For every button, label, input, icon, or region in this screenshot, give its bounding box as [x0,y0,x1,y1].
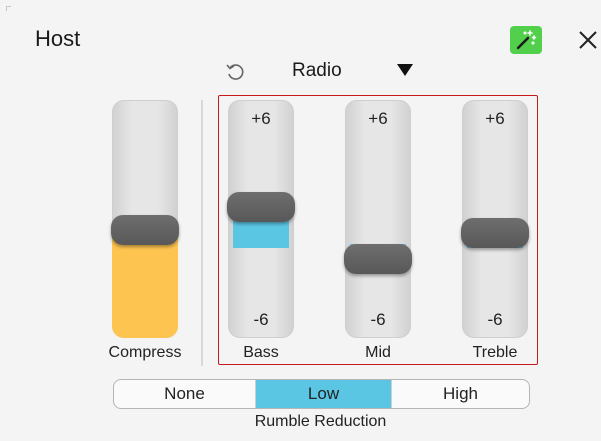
window-corner-mark [6,6,11,11]
mid-min-label: -6 [370,310,386,329]
treble-thumb[interactable] [461,218,529,248]
mid-track [345,100,411,338]
mid-thumb[interactable] [344,244,412,274]
rumble-option-low[interactable]: Low [255,380,391,408]
rumble-option-none[interactable]: None [114,380,255,408]
mid-label: Mid [365,344,391,361]
compress-fill [112,230,178,338]
rumble-option-high[interactable]: High [391,380,529,408]
mid-max-label: +6 [368,109,388,128]
preset-name[interactable]: Radio [292,60,342,82]
mid-slider[interactable]: +6 -6 [344,100,412,338]
close-icon [579,31,597,49]
bass-slider[interactable]: +6 -6 [227,100,295,338]
rumble-reduction-control: None Low High [113,379,530,409]
bass-label: Bass [243,344,279,361]
rumble-reduction-caption: Rumble Reduction [254,413,387,430]
treble-label: Treble [472,344,518,361]
compress-label: Compress [108,344,182,361]
bass-max-label: +6 [251,109,271,128]
treble-slider[interactable]: +6 -6 [461,100,529,338]
compress-thumb[interactable] [111,215,179,245]
compress-slider[interactable] [111,100,179,338]
treble-min-label: -6 [487,310,503,329]
window-title: Host [35,26,81,51]
magic-button[interactable] [510,26,542,54]
preset-selector: Radio [224,58,424,84]
magic-wand-icon [516,30,537,50]
undo-icon[interactable] [224,60,246,82]
close-button[interactable] [576,26,600,54]
bass-thumb[interactable] [227,192,295,222]
section-divider [201,100,203,366]
dropdown-arrow-icon[interactable] [397,64,413,76]
treble-max-label: +6 [485,109,505,128]
bass-min-label: -6 [253,310,269,329]
